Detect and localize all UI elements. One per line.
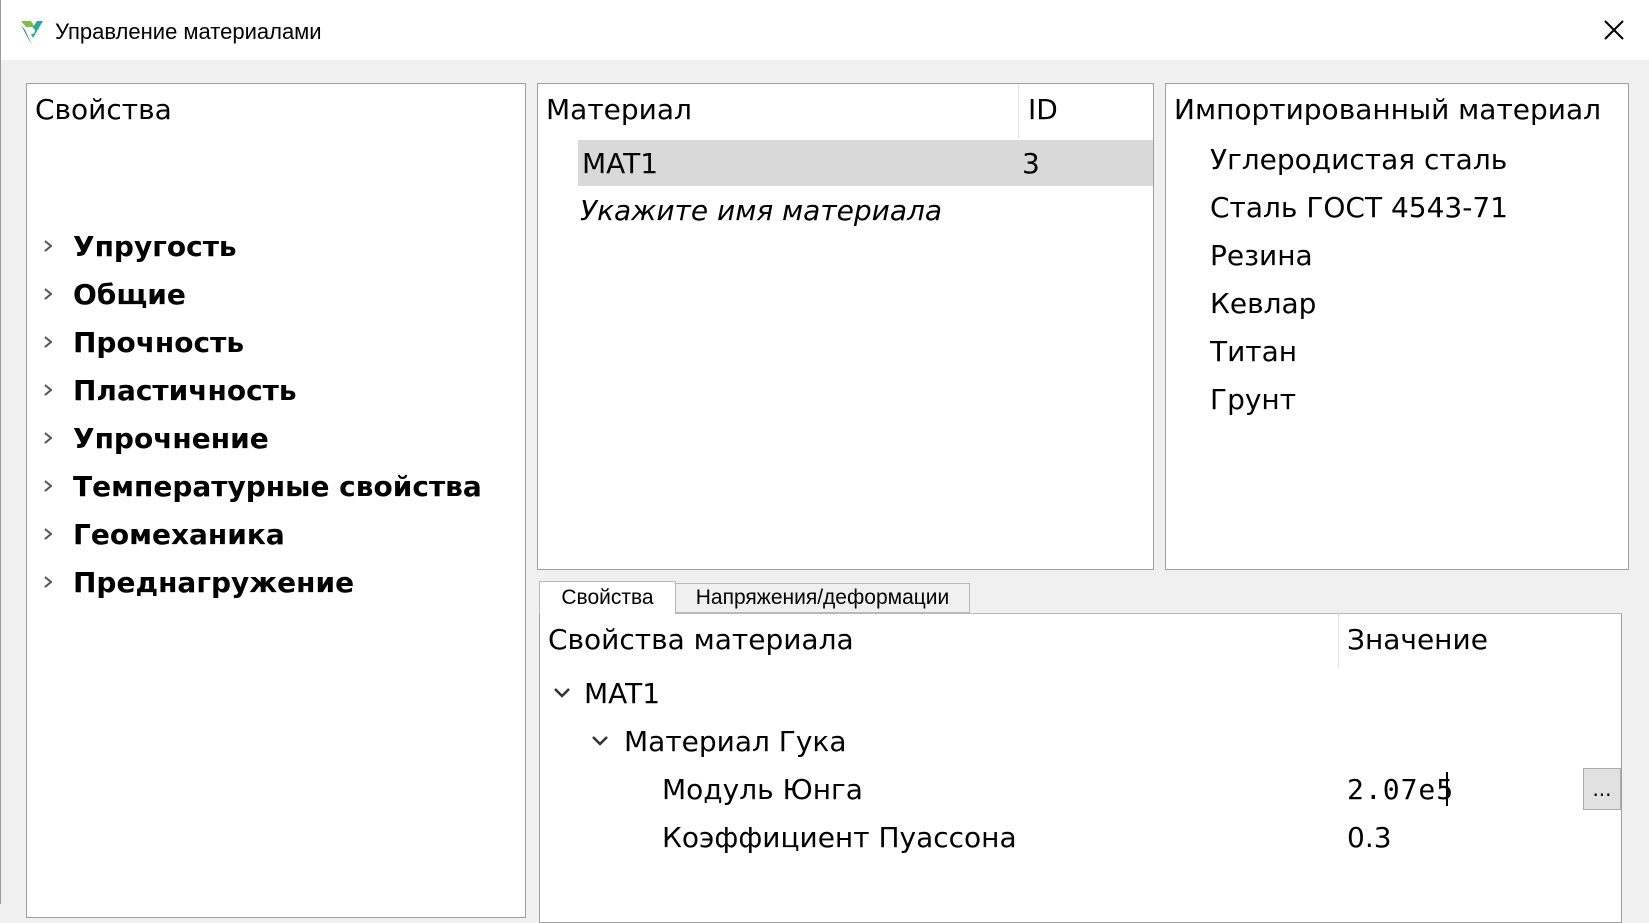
tree-item-thermal[interactable]: Температурные свойства (27, 464, 507, 508)
tree-item-label: Преднагружение (73, 565, 355, 599)
materials-table-panel: Материал ID MAT1 3 Укажите имя материала (537, 83, 1154, 570)
ellipsis-label: ... (1592, 777, 1612, 801)
tree-item-label: Пластичность (73, 373, 297, 407)
app-logo-icon (21, 21, 43, 45)
chevron-right-icon (44, 240, 53, 252)
new-material-name-placeholder[interactable]: Укажите имя материала (580, 194, 942, 227)
window-title: Управление материалами (55, 19, 322, 44)
tree-item-label: Прочность (73, 325, 245, 359)
tree-node-mat1[interactable]: MAT1 (540, 670, 1621, 716)
column-header-value: Значение (1347, 623, 1488, 656)
close-icon (1604, 20, 1624, 40)
poisson-ratio-value[interactable]: 0.3 (1347, 821, 1392, 854)
chevron-down-icon[interactable] (590, 734, 610, 748)
tree-item-preload[interactable]: Преднагружение (27, 560, 507, 604)
imported-item[interactable]: Титан (1210, 334, 1297, 370)
close-button[interactable] (1578, 0, 1649, 60)
tree-item-label: Температурные свойства (73, 469, 482, 503)
chevron-right-icon (44, 480, 53, 492)
tree-item-geomechanics[interactable]: Геомеханика (27, 512, 507, 556)
chevron-right-icon (44, 528, 53, 540)
property-row-youngs-modulus[interactable]: Модуль Юнга 2.07e5 (540, 766, 1621, 812)
tree-item-label: Общие (73, 277, 186, 311)
chevron-right-icon (44, 432, 53, 444)
tab-label: Свойства (561, 586, 654, 609)
tree-item-label: Геомеханика (73, 517, 285, 551)
tree-item-label: Упругость (73, 229, 237, 263)
column-separator[interactable] (1338, 614, 1339, 668)
column-header-material: Материал (546, 93, 692, 126)
chevron-right-icon (44, 576, 53, 588)
imported-item[interactable]: Кевлар (1210, 286, 1316, 322)
tree-item-label: Упрочнение (73, 421, 269, 455)
youngs-modulus-input[interactable]: 2.07e5 (1347, 773, 1454, 806)
imported-item[interactable]: Грунт (1210, 382, 1296, 418)
tab-stress-strain[interactable]: Напряжения/деформации (675, 583, 970, 613)
text-caret (1446, 772, 1448, 806)
imported-item[interactable]: Резина (1210, 238, 1313, 274)
tree-item-hardening[interactable]: Упрочнение (27, 416, 507, 460)
imported-item[interactable]: Углеродистая сталь (1210, 142, 1507, 178)
material-name: MAT1 (582, 146, 659, 180)
material-management-window: Управление материалами Свойства Упругост… (0, 0, 1649, 923)
property-label: Модуль Юнга (662, 772, 863, 806)
tree-item-strength[interactable]: Прочность (27, 320, 507, 364)
title-bar[interactable]: Управление материалами (1, 0, 1649, 60)
tree-item-general[interactable]: Общие (27, 272, 507, 316)
column-header-id: ID (1028, 93, 1058, 126)
properties-header: Свойства (35, 93, 172, 126)
tab-label: Напряжения/деформации (695, 586, 950, 609)
chevron-right-icon (44, 288, 53, 300)
tree-item-plasticity[interactable]: Пластичность (27, 368, 507, 412)
property-label: Коэффициент Пуассона (662, 820, 1017, 854)
tree-node-hooke-material[interactable]: Материал Гука (540, 718, 1621, 764)
material-id: 3 (1022, 146, 1040, 180)
tree-item-elasticity[interactable]: Упругость (27, 224, 507, 268)
chevron-right-icon (44, 336, 53, 348)
column-header-property: Свойства материала (548, 623, 854, 656)
tree-node-label: MAT1 (584, 676, 661, 710)
chevron-down-icon[interactable] (552, 686, 572, 700)
imported-item[interactable]: Сталь ГОСТ 4543-71 (1210, 190, 1508, 226)
properties-category-panel: Свойства Упругость Общие Прочность Пласт… (26, 83, 526, 918)
property-row-poisson-ratio[interactable]: Коэффициент Пуассона 0.3 (540, 814, 1621, 860)
tab-properties[interactable]: Свойства (539, 581, 676, 614)
edit-value-button[interactable]: ... (1583, 768, 1621, 810)
tree-node-label: Материал Гука (624, 724, 847, 758)
material-properties-panel: Свойства материала Значение MAT1 Материа… (539, 613, 1622, 923)
imported-material-panel: Импортированный материал Углеродистая ст… (1165, 83, 1629, 570)
material-row-mat1[interactable]: MAT1 3 (578, 140, 1153, 186)
imported-header: Импортированный материал (1174, 93, 1602, 126)
column-separator[interactable] (1018, 84, 1019, 138)
chevron-right-icon (44, 384, 53, 396)
